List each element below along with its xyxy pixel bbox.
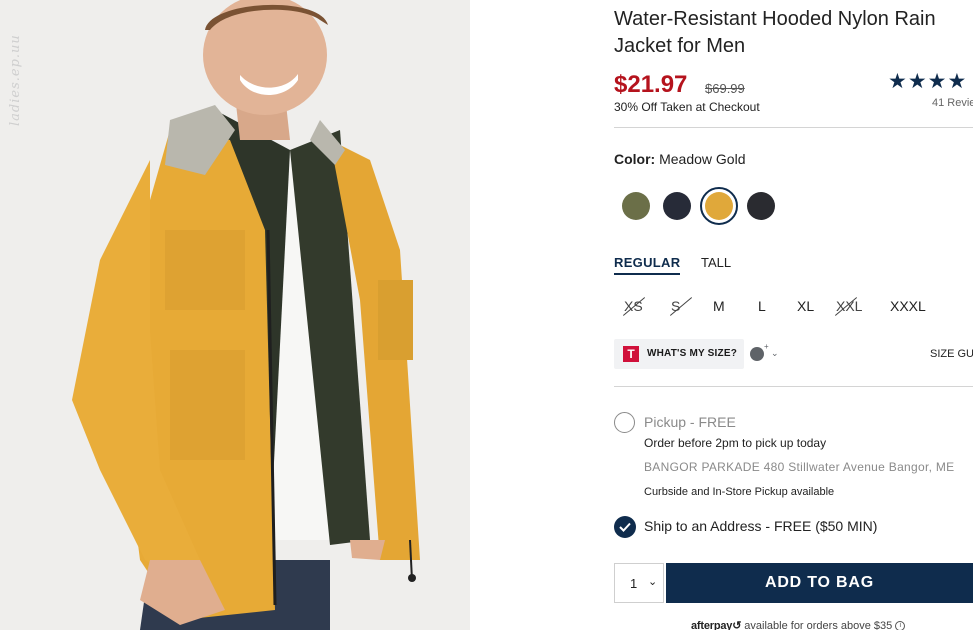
- size-xxxl[interactable]: XXXL: [890, 298, 926, 314]
- reviews-link[interactable]: 41 Reviews: [932, 97, 973, 109]
- divider: [614, 386, 973, 387]
- ship-checkbox[interactable]: [614, 516, 636, 538]
- swatch-meadow-gold-fill: [705, 192, 733, 220]
- color-label-prefix: Color:: [614, 151, 656, 167]
- chevron-down-icon[interactable]: ⌄: [771, 348, 779, 359]
- swatch-navy[interactable]: [663, 192, 691, 220]
- pickup-radio[interactable]: [614, 412, 635, 433]
- size-xl[interactable]: XL: [797, 298, 814, 314]
- plus-icon: +: [764, 342, 769, 351]
- divider: [614, 127, 973, 128]
- title-line-1: Water-Resistant Hooded Nylon Rain: [614, 8, 936, 30]
- pickup-title: Pickup - FREE: [644, 414, 736, 430]
- size-s[interactable]: S: [671, 298, 680, 314]
- color-label: Color: Meadow Gold: [614, 151, 746, 167]
- size-xs[interactable]: XS: [624, 298, 643, 314]
- whats-my-size-button[interactable]: T WHAT'S MY SIZE?: [614, 339, 744, 369]
- afterpay-logo: afterpay↺: [691, 620, 742, 630]
- check-icon: [619, 522, 631, 532]
- quantity-value: 1: [630, 576, 638, 591]
- tab-regular[interactable]: REGULAR: [614, 255, 681, 275]
- sale-price: $21.97: [614, 71, 688, 98]
- curbside-note: Curbside and In-Store Pickup available: [644, 486, 835, 498]
- swatch-meadow-gold[interactable]: [700, 187, 738, 225]
- afterpay-text: available for orders above $35: [744, 620, 893, 630]
- size-m[interactable]: M: [713, 298, 725, 314]
- promo-text: 30% Off Taken at Checkout: [614, 100, 760, 114]
- true-fit-logo-icon: T: [623, 346, 639, 362]
- profile-avatar-icon[interactable]: [750, 347, 764, 361]
- product-image[interactable]: ladies.ep.uu: [0, 0, 470, 630]
- chevron-down-icon: ⌄: [648, 576, 658, 588]
- pickup-note: Order before 2pm to pick up today: [644, 436, 827, 450]
- store-address[interactable]: BANGOR PARKADE 480 Stillwater Avenue Ban…: [644, 460, 954, 474]
- quantity-select[interactable]: 1 ⌄: [614, 563, 664, 603]
- info-icon[interactable]: i: [895, 621, 906, 630]
- original-price: $69.99: [705, 81, 745, 96]
- product-details: Water-Resistant Hooded Nylon Rain Jacket…: [614, 0, 973, 630]
- rating-stars[interactable]: ★★★★: [888, 69, 967, 94]
- watermark: ladies.ep.uu: [8, 34, 23, 126]
- selected-color-name: Meadow Gold: [659, 151, 746, 167]
- afterpay-note: afterpay↺ available for orders above $35…: [691, 619, 906, 630]
- tab-tall[interactable]: TALL: [701, 255, 731, 270]
- swatch-black[interactable]: [747, 192, 775, 220]
- swatch-olive[interactable]: [622, 192, 650, 220]
- size-l[interactable]: L: [758, 298, 766, 314]
- add-to-bag-button[interactable]: ADD TO BAG: [666, 563, 973, 603]
- product-title: Water-Resistant Hooded Nylon Rain Jacket…: [614, 6, 973, 60]
- size-guide-link[interactable]: SIZE GUIDE: [930, 348, 973, 360]
- jacket-photo: [0, 0, 470, 630]
- title-line-2: Jacket for Men: [614, 35, 746, 57]
- size-xxl[interactable]: XXL: [836, 298, 862, 314]
- ship-to-address-label[interactable]: Ship to an Address - FREE ($50 MIN): [644, 518, 877, 534]
- whats-my-size-label: WHAT'S MY SIZE?: [647, 348, 738, 359]
